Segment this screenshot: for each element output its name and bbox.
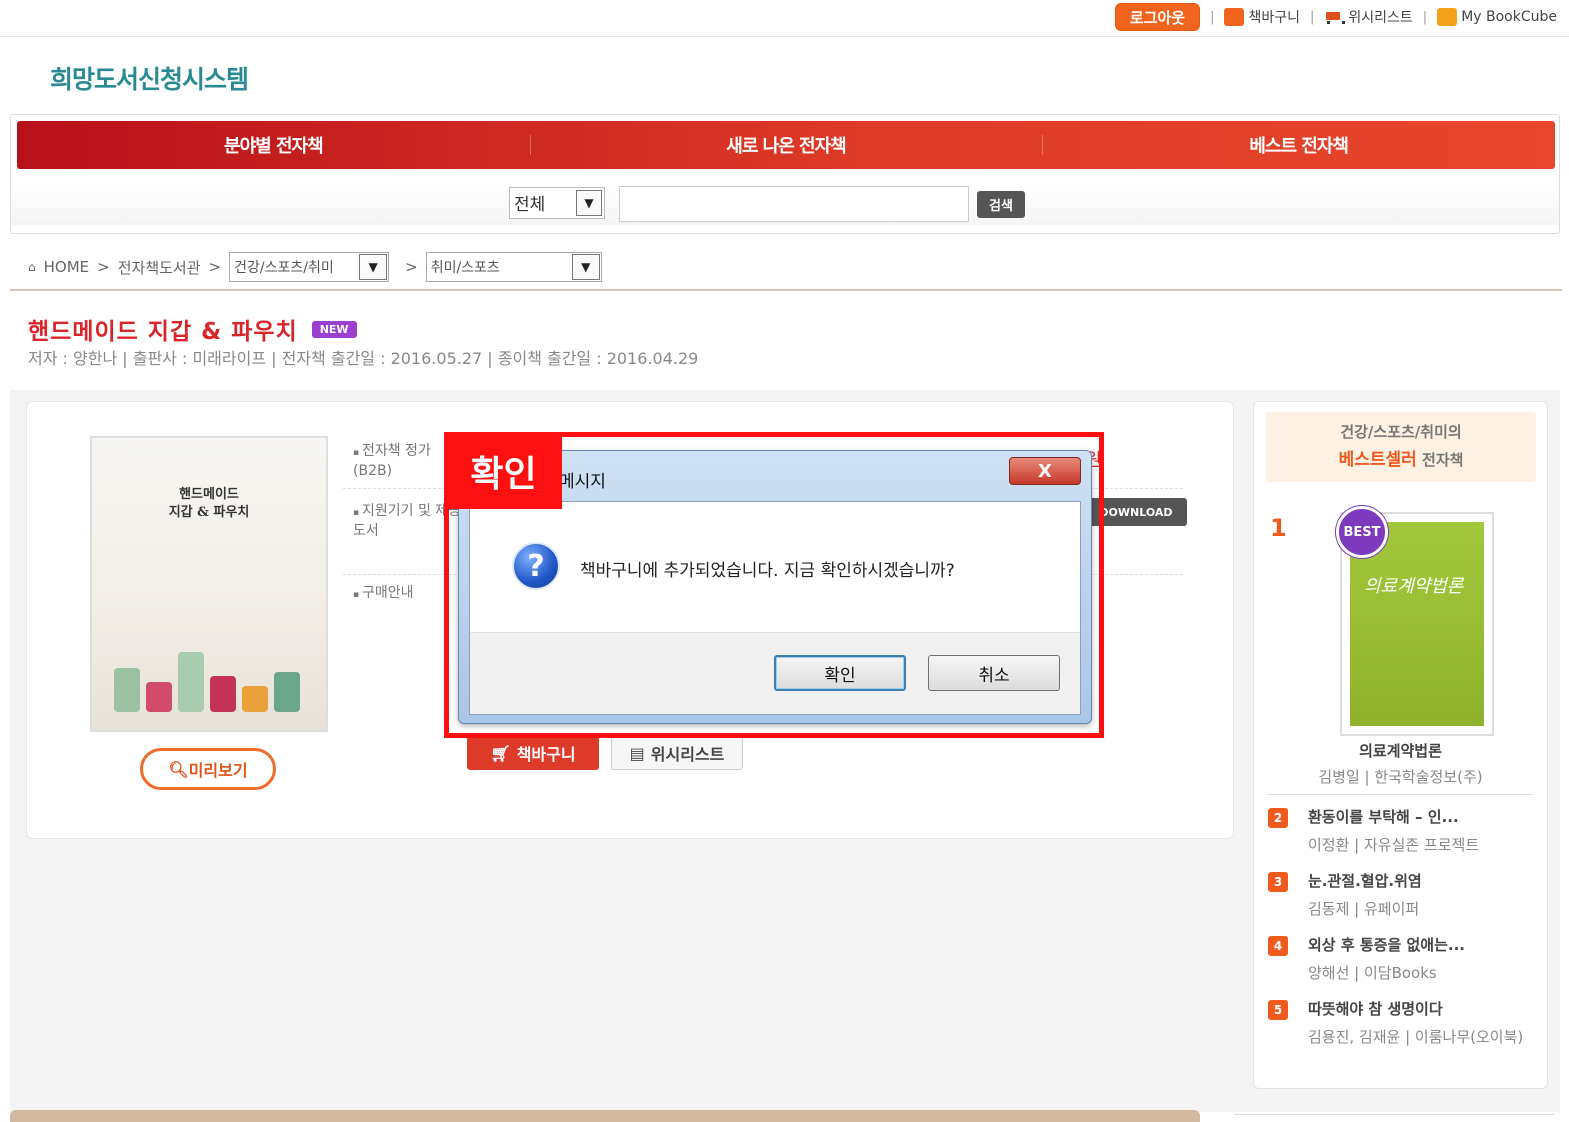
- list-icon: ▤: [629, 743, 645, 763]
- category-select-2[interactable]: 취미/스포츠 ▼: [425, 252, 602, 282]
- cover-illustration: [114, 642, 304, 712]
- sidebar-heading-highlight: 베스트셀러: [1338, 450, 1417, 470]
- sidebar-heading-line2: 베스트셀러 전자책: [1266, 446, 1536, 474]
- add-to-wishlist-label: 위시리스트: [650, 745, 725, 764]
- breadcrumb-home[interactable]: HOME: [44, 258, 90, 276]
- book-meta: 저자 : 양한나 | 출판사 : 미래라이프 | 전자책 출간일 : 2016.…: [28, 349, 699, 368]
- list-item-meta: 이정환 | 자유실존 프로젝트: [1308, 836, 1480, 854]
- breadcrumb-sep: >: [97, 258, 110, 276]
- best-badge: BEST: [1336, 506, 1388, 558]
- search-row: 전체 ▼ 검색: [11, 185, 1559, 225]
- mybookcube-link[interactable]: My BookCube: [1437, 8, 1557, 26]
- add-to-cart-button[interactable]: 🛒︎ 책바구니: [467, 736, 599, 770]
- site-logo[interactable]: 희망도서신청시스템: [50, 60, 249, 96]
- sidebar-heading-line1: 건강/스포츠/취미의: [1340, 423, 1462, 441]
- list-item-title[interactable]: 눈.관절.혈압.위염: [1308, 870, 1422, 891]
- rank-number: 1: [1270, 514, 1287, 542]
- cart-link-label: 책바구니: [1248, 10, 1300, 26]
- separator: |: [1210, 9, 1215, 25]
- category-select-2-value: 취미/스포츠: [430, 260, 500, 276]
- list-item-title[interactable]: 환동이를 부탁해 – 인...: [1308, 806, 1459, 827]
- divider: [1268, 794, 1532, 795]
- cover-title-line1: 핸드메이드: [179, 487, 239, 502]
- breadcrumb-library[interactable]: 전자책도서관: [118, 257, 201, 278]
- preview-button[interactable]: 🔍︎ 미리보기: [140, 748, 276, 790]
- rank-number: 3: [1268, 872, 1288, 892]
- list-item-title[interactable]: 따뜻해야 참 생명이다: [1308, 998, 1443, 1019]
- book-title: 핸드메이드 지갑 & 파우치 NEW: [28, 312, 357, 346]
- sidebar-heading-suffix: 전자책: [1422, 451, 1464, 469]
- nav-search-panel: 분야별 전자책 새로 나온 전자책 베스트 전자책 전체 ▼ 검색: [10, 114, 1560, 234]
- breadcrumb: ⌂ HOME > 전자책도서관 > 건강/스포츠/취미 ▼ > 취미/스포츠 ▼: [28, 252, 602, 282]
- rank-number: 4: [1268, 936, 1288, 956]
- list-item-meta: 김동제 | 유페이퍼: [1308, 900, 1420, 918]
- category-select-1[interactable]: 건강/스포츠/취미 ▼: [229, 252, 390, 282]
- divider: [10, 289, 1562, 291]
- list-item-meta: 김용진, 김재윤 | 이룸나무(오이북): [1308, 1028, 1524, 1046]
- search-icon: 🔍︎: [168, 759, 189, 779]
- rank-number: 2: [1268, 808, 1288, 828]
- nav-item-best[interactable]: 베스트 전자책: [1042, 121, 1555, 169]
- rank-number: 5: [1268, 1000, 1288, 1020]
- wishlist-link[interactable]: 위시리스트: [1324, 7, 1413, 27]
- separator: |: [1422, 9, 1428, 25]
- chevron-down-icon[interactable]: ▼: [576, 190, 602, 216]
- footer-rule: [1234, 1114, 1554, 1122]
- bestseller-cover-title: 의료계약법론: [1364, 576, 1464, 597]
- search-category-value: 전체: [514, 195, 546, 215]
- main-nav: 분야별 전자책 새로 나온 전자책 베스트 전자책: [17, 121, 1555, 169]
- box-icon: [1437, 8, 1458, 26]
- separator: |: [1310, 9, 1315, 25]
- wishlist-link-label: 위시리스트: [1348, 10, 1413, 26]
- new-badge: NEW: [311, 320, 357, 338]
- callout-label: 확인: [445, 433, 562, 509]
- book-cover[interactable]: 핸드메이드 지갑 & 파우치: [90, 436, 328, 732]
- bestseller-title[interactable]: 의료계약법론: [1254, 740, 1547, 761]
- breadcrumb-sep: >: [405, 258, 418, 276]
- search-input[interactable]: [619, 186, 969, 222]
- add-to-wishlist-button[interactable]: ▤ 위시리스트: [611, 736, 743, 770]
- sidebar-heading: 건강/스포츠/취미의 베스트셀러 전자책: [1266, 412, 1536, 482]
- cart-icon: 🛒︎: [490, 743, 511, 763]
- basket-icon: [1224, 8, 1245, 26]
- preview-button-label: 미리보기: [188, 761, 248, 780]
- list-item-meta: 양해선 | 이담Books: [1308, 964, 1437, 982]
- cover-title: 핸드메이드 지갑 & 파우치: [92, 486, 326, 522]
- breadcrumb-sep: >: [208, 258, 222, 276]
- bestseller-meta: 김병일 | 한국학술정보(주): [1318, 768, 1483, 786]
- cart-link[interactable]: 책바구니: [1224, 7, 1300, 27]
- footer-bar: [10, 1110, 1200, 1122]
- chevron-down-icon[interactable]: ▼: [571, 254, 600, 280]
- mybookcube-link-label: My BookCube: [1461, 9, 1557, 25]
- chevron-down-icon[interactable]: ▼: [359, 254, 388, 280]
- nav-item-new[interactable]: 새로 나온 전자책: [529, 121, 1043, 169]
- add-to-cart-label: 책바구니: [516, 745, 576, 764]
- search-category-select[interactable]: 전체 ▼: [509, 187, 605, 219]
- book-title-text: 핸드메이드 지갑 & 파우치: [28, 319, 298, 345]
- utility-bar: 로그아웃 | 책바구니 | 위시리스트 | My BookCube: [0, 0, 1569, 37]
- category-select-1-value: 건강/스포츠/취미: [234, 260, 334, 276]
- cart-icon: [1324, 9, 1346, 25]
- nav-item-category[interactable]: 분야별 전자책: [17, 121, 530, 169]
- search-button[interactable]: 검색: [977, 191, 1025, 218]
- bestseller-sidebar: 건강/스포츠/취미의 베스트셀러 전자책 1 의료계약법론 BEST 의료계약법…: [1253, 401, 1548, 1089]
- list-item-title[interactable]: 외상 후 통증을 없애는...: [1308, 934, 1465, 955]
- logout-button[interactable]: 로그아웃: [1114, 3, 1201, 31]
- cover-title-line2: 지갑 & 파우치: [168, 505, 250, 520]
- home-icon: ⌂: [28, 260, 36, 274]
